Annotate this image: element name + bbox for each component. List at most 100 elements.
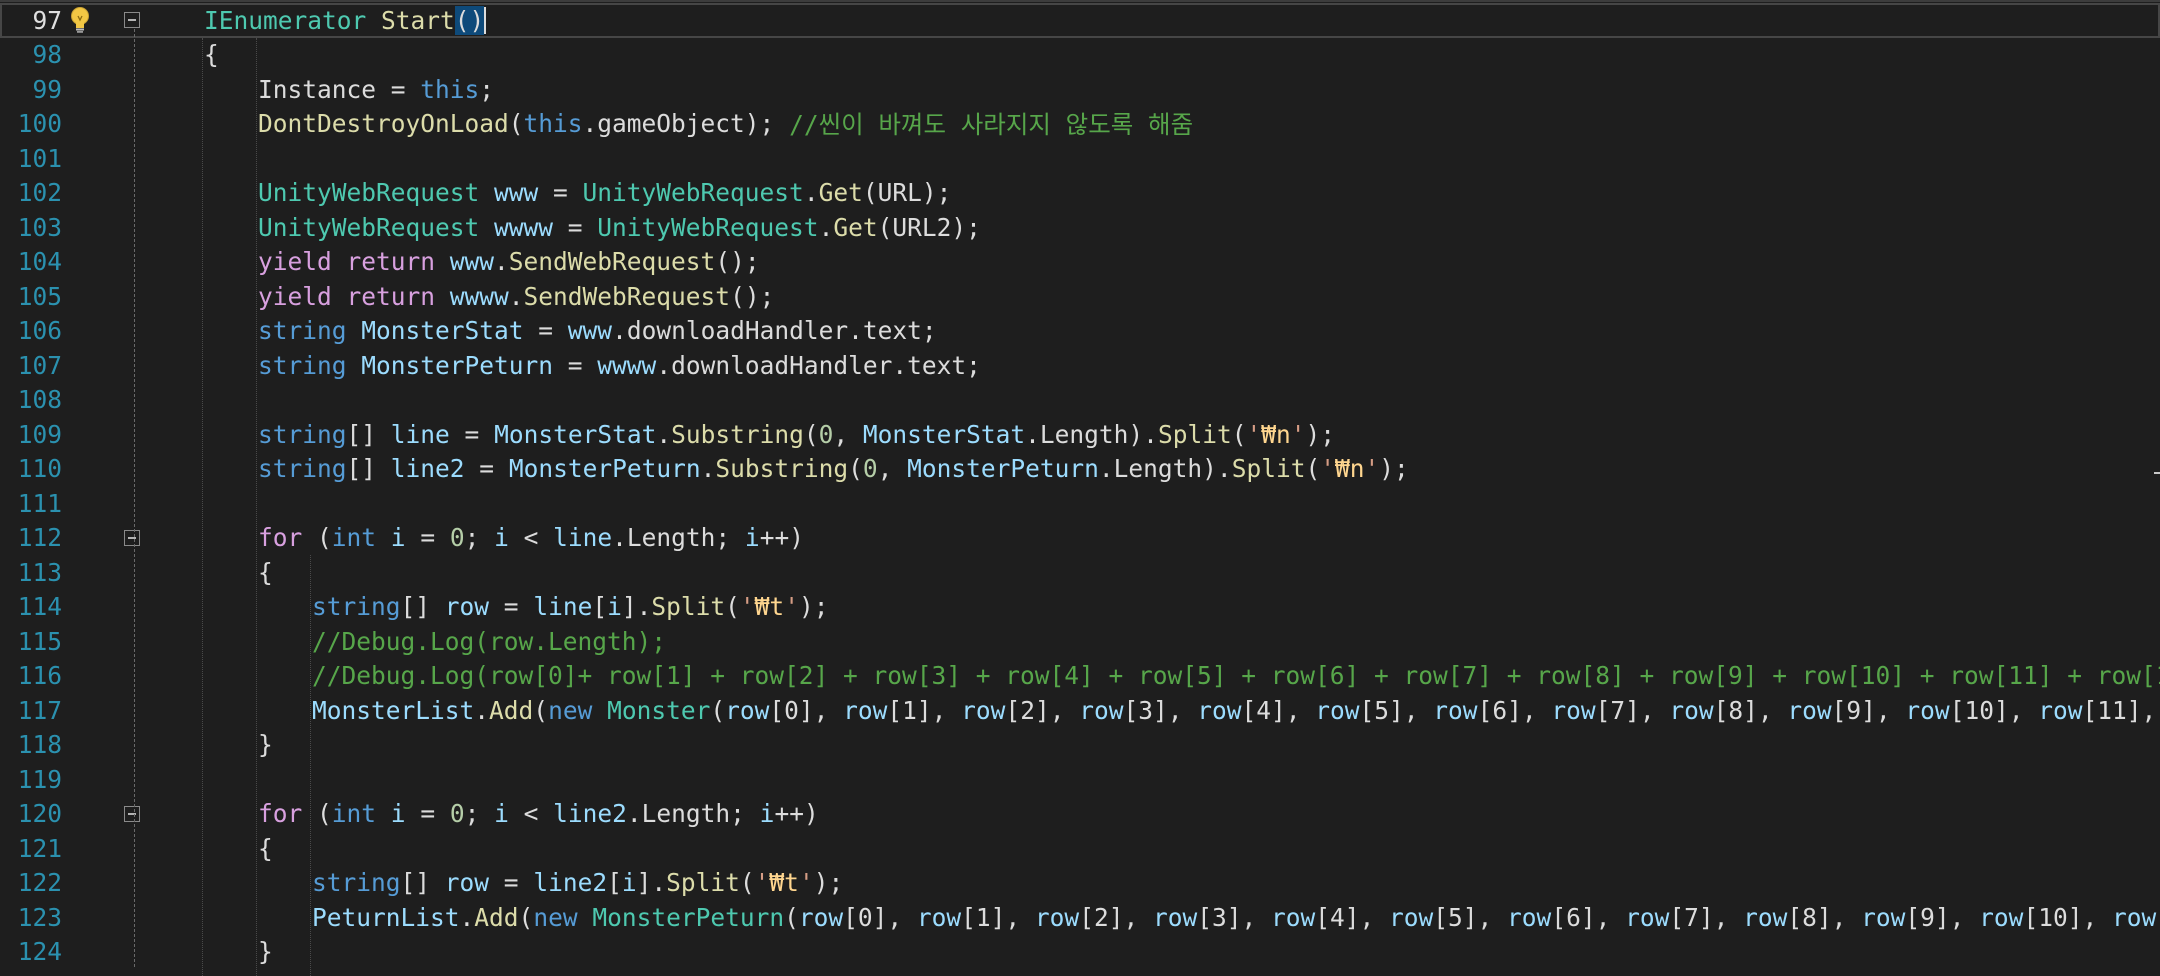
line-number: 107 bbox=[17, 350, 62, 380]
code-line[interactable]: 97 IEnumerator Start() bbox=[0, 3, 2160, 38]
code-line[interactable]: 105 yield return wwww. SendWebRequest (); bbox=[0, 279, 2160, 314]
code-line[interactable]: 118} bbox=[0, 728, 2160, 763]
code-token: //씬이 바껴도 사라지지 않도록 해줌 bbox=[789, 110, 1194, 140]
code-token: row bbox=[798, 902, 844, 932]
code-token: DontDestroyOnLoad bbox=[258, 109, 509, 139]
code-line[interactable]: 121 { bbox=[0, 831, 2160, 866]
code-line[interactable]: 99 Instance = this; bbox=[0, 72, 2160, 107]
line-number: 112 bbox=[17, 523, 62, 553]
code-text[interactable]: MonsterList. Add(new Monster(row [0], row[… bbox=[312, 693, 2160, 728]
code-token: = bbox=[503, 868, 534, 898]
code-text[interactable]: string[] line = MonsterStat. Substring(0,… bbox=[258, 417, 1335, 452]
code-token: { bbox=[258, 557, 273, 587]
code-text[interactable]: for (int i = 0; i < line .Length; i ++) bbox=[258, 521, 804, 556]
code-text[interactable]: string[] row = line[i]. Split(' ₩t '); bbox=[312, 590, 828, 625]
code-token: ( bbox=[508, 109, 524, 139]
code-text[interactable]: } bbox=[258, 728, 273, 763]
code-text[interactable]: { bbox=[258, 555, 273, 590]
code-text[interactable]: { bbox=[258, 831, 273, 866]
code-token: ); bbox=[1305, 419, 1336, 449]
code-line[interactable]: 115 //Debug.Log(row.Length); bbox=[0, 624, 2160, 659]
code-token: for bbox=[258, 523, 318, 553]
code-token: ' bbox=[1320, 454, 1335, 484]
code-text[interactable]: UnityWebRequest www = UnityWebRequest. Ge… bbox=[258, 176, 951, 211]
code-text[interactable]: } bbox=[258, 935, 273, 970]
code-editor[interactable]: 97 IEnumerator Start() 98{99 Instance = thi… bbox=[0, 0, 2160, 976]
code-text[interactable]: for (int i = 0; i < line2 .Length; i ++) bbox=[258, 797, 819, 832]
code-line[interactable]: 108 bbox=[0, 383, 2160, 418]
line-number: 106 bbox=[17, 316, 62, 346]
code-line[interactable]: 111 bbox=[0, 486, 2160, 521]
code-token: MonsterPeturn bbox=[361, 350, 568, 380]
code-token: SendWebRequest bbox=[508, 247, 716, 277]
code-token: [9], bbox=[1831, 695, 1906, 725]
code-token: PeturnList bbox=[312, 902, 460, 932]
code-text[interactable]: string MonsterStat = www .downloadHandler… bbox=[258, 314, 937, 349]
code-token: [] bbox=[346, 419, 391, 449]
line-number: 109 bbox=[17, 419, 62, 449]
collapse-icon[interactable] bbox=[124, 529, 140, 546]
code-text[interactable]: //Debug.Log(row[0]+ row[1] + row[2] + ro… bbox=[312, 659, 2160, 694]
code-line[interactable]: 103 UnityWebRequest wwww = UnityWebReques… bbox=[0, 210, 2160, 245]
code-token: Add bbox=[489, 695, 534, 725]
code-line[interactable]: 106 string MonsterStat = www .downloadHand… bbox=[0, 314, 2160, 349]
code-line[interactable]: 104 yield return www. SendWebRequest (); bbox=[0, 245, 2160, 280]
code-token: row bbox=[961, 695, 1006, 725]
code-line[interactable]: 114 string[] row = line[i]. Split(' ₩t '); bbox=[0, 590, 2160, 625]
code-text[interactable]: //Debug.Log(row.Length); bbox=[312, 624, 666, 659]
code-line[interactable]: 120 for (int i = 0; i < line2 .Length; i ++… bbox=[0, 797, 2160, 832]
code-token: string bbox=[258, 350, 362, 380]
code-token: www bbox=[449, 247, 495, 277]
code-line[interactable]: 102 UnityWebRequest www = UnityWebRequest… bbox=[0, 176, 2160, 211]
code-text[interactable]: Instance = this; bbox=[258, 72, 494, 107]
code-token: [5], bbox=[1433, 902, 1508, 932]
code-text[interactable]: string[] line2 = MonsterPeturn. Substring… bbox=[258, 452, 1409, 487]
code-line[interactable]: 117 MonsterList. Add(new Monster(row [0], r… bbox=[0, 693, 2160, 728]
code-line[interactable]: 122 string[] row = line2[i]. Split(' ₩t '); bbox=[0, 866, 2160, 901]
code-token: (); bbox=[730, 281, 775, 311]
line-number: 99 bbox=[32, 74, 62, 104]
code-token: ); bbox=[1379, 454, 1409, 484]
code-text[interactable]: { bbox=[204, 38, 219, 73]
code-line[interactable]: 119 bbox=[0, 762, 2160, 797]
code-text[interactable]: DontDestroyOnLoad(this .gameObject); //씬이… bbox=[258, 107, 1193, 142]
code-text[interactable]: PeturnList. Add(new MonsterPeturn(row [0],… bbox=[312, 900, 2160, 935]
collapse-icon[interactable] bbox=[124, 805, 140, 822]
code-token: 0 bbox=[449, 799, 465, 829]
code-line[interactable]: 112 for (int i = 0; i < line .Length; i ++) bbox=[0, 521, 2160, 556]
code-token: ( bbox=[803, 419, 819, 449]
code-token: , bbox=[833, 419, 863, 449]
code-line[interactable]: 100 DontDestroyOnLoad(this .gameObject); /… bbox=[0, 107, 2160, 142]
code-line[interactable]: 123 PeturnList. Add(new MonsterPeturn(row[… bbox=[0, 900, 2160, 935]
line-number: 101 bbox=[17, 143, 62, 173]
code-token: [0], bbox=[843, 902, 917, 932]
code-token: ; bbox=[479, 74, 495, 104]
code-token: ' bbox=[798, 868, 814, 898]
code-text[interactable]: UnityWebRequest wwww = UnityWebRequest. G… bbox=[258, 210, 981, 245]
fold-guide bbox=[134, 28, 135, 968]
code-line[interactable]: 116 //Debug.Log(row[0]+ row[1] + row[2] +… bbox=[0, 659, 2160, 694]
code-token: i bbox=[621, 868, 637, 898]
code-line[interactable]: 113 { bbox=[0, 555, 2160, 590]
code-text[interactable]: string MonsterPeturn = wwww .downloadHand… bbox=[258, 348, 981, 383]
code-token: = bbox=[479, 454, 509, 484]
code-line[interactable]: 107 string MonsterPeturn = wwww .downloadH… bbox=[0, 348, 2160, 383]
lightbulb-icon[interactable] bbox=[66, 3, 94, 37]
code-token: 0 bbox=[862, 454, 878, 484]
code-text[interactable]: string[] row = line2[i]. Split(' ₩t '); bbox=[312, 866, 843, 901]
code-text[interactable]: yield return www. SendWebRequest (); bbox=[258, 245, 760, 280]
code-line[interactable]: 124} bbox=[0, 935, 2160, 970]
code-line[interactable]: 109 string[] line = MonsterStat. Substring… bbox=[0, 417, 2160, 452]
code-line[interactable]: 110 string[] line2 = MonsterPeturn. Substr… bbox=[0, 452, 2160, 487]
code-token: [9], bbox=[1905, 902, 1980, 932]
code-text[interactable]: yield return wwww. SendWebRequest (); bbox=[258, 279, 774, 314]
collapse-icon[interactable] bbox=[124, 12, 140, 29]
code-text[interactable]: IEnumerator Start() bbox=[204, 3, 487, 38]
code-token: [ bbox=[607, 868, 622, 898]
code-token: line2 bbox=[390, 454, 480, 484]
code-line[interactable]: 101 bbox=[0, 141, 2160, 176]
line-number: 119 bbox=[17, 764, 62, 794]
code-token: ' bbox=[1246, 419, 1262, 449]
code-line[interactable]: 98 { bbox=[0, 38, 2160, 73]
code-token: ₩n bbox=[1334, 454, 1365, 484]
